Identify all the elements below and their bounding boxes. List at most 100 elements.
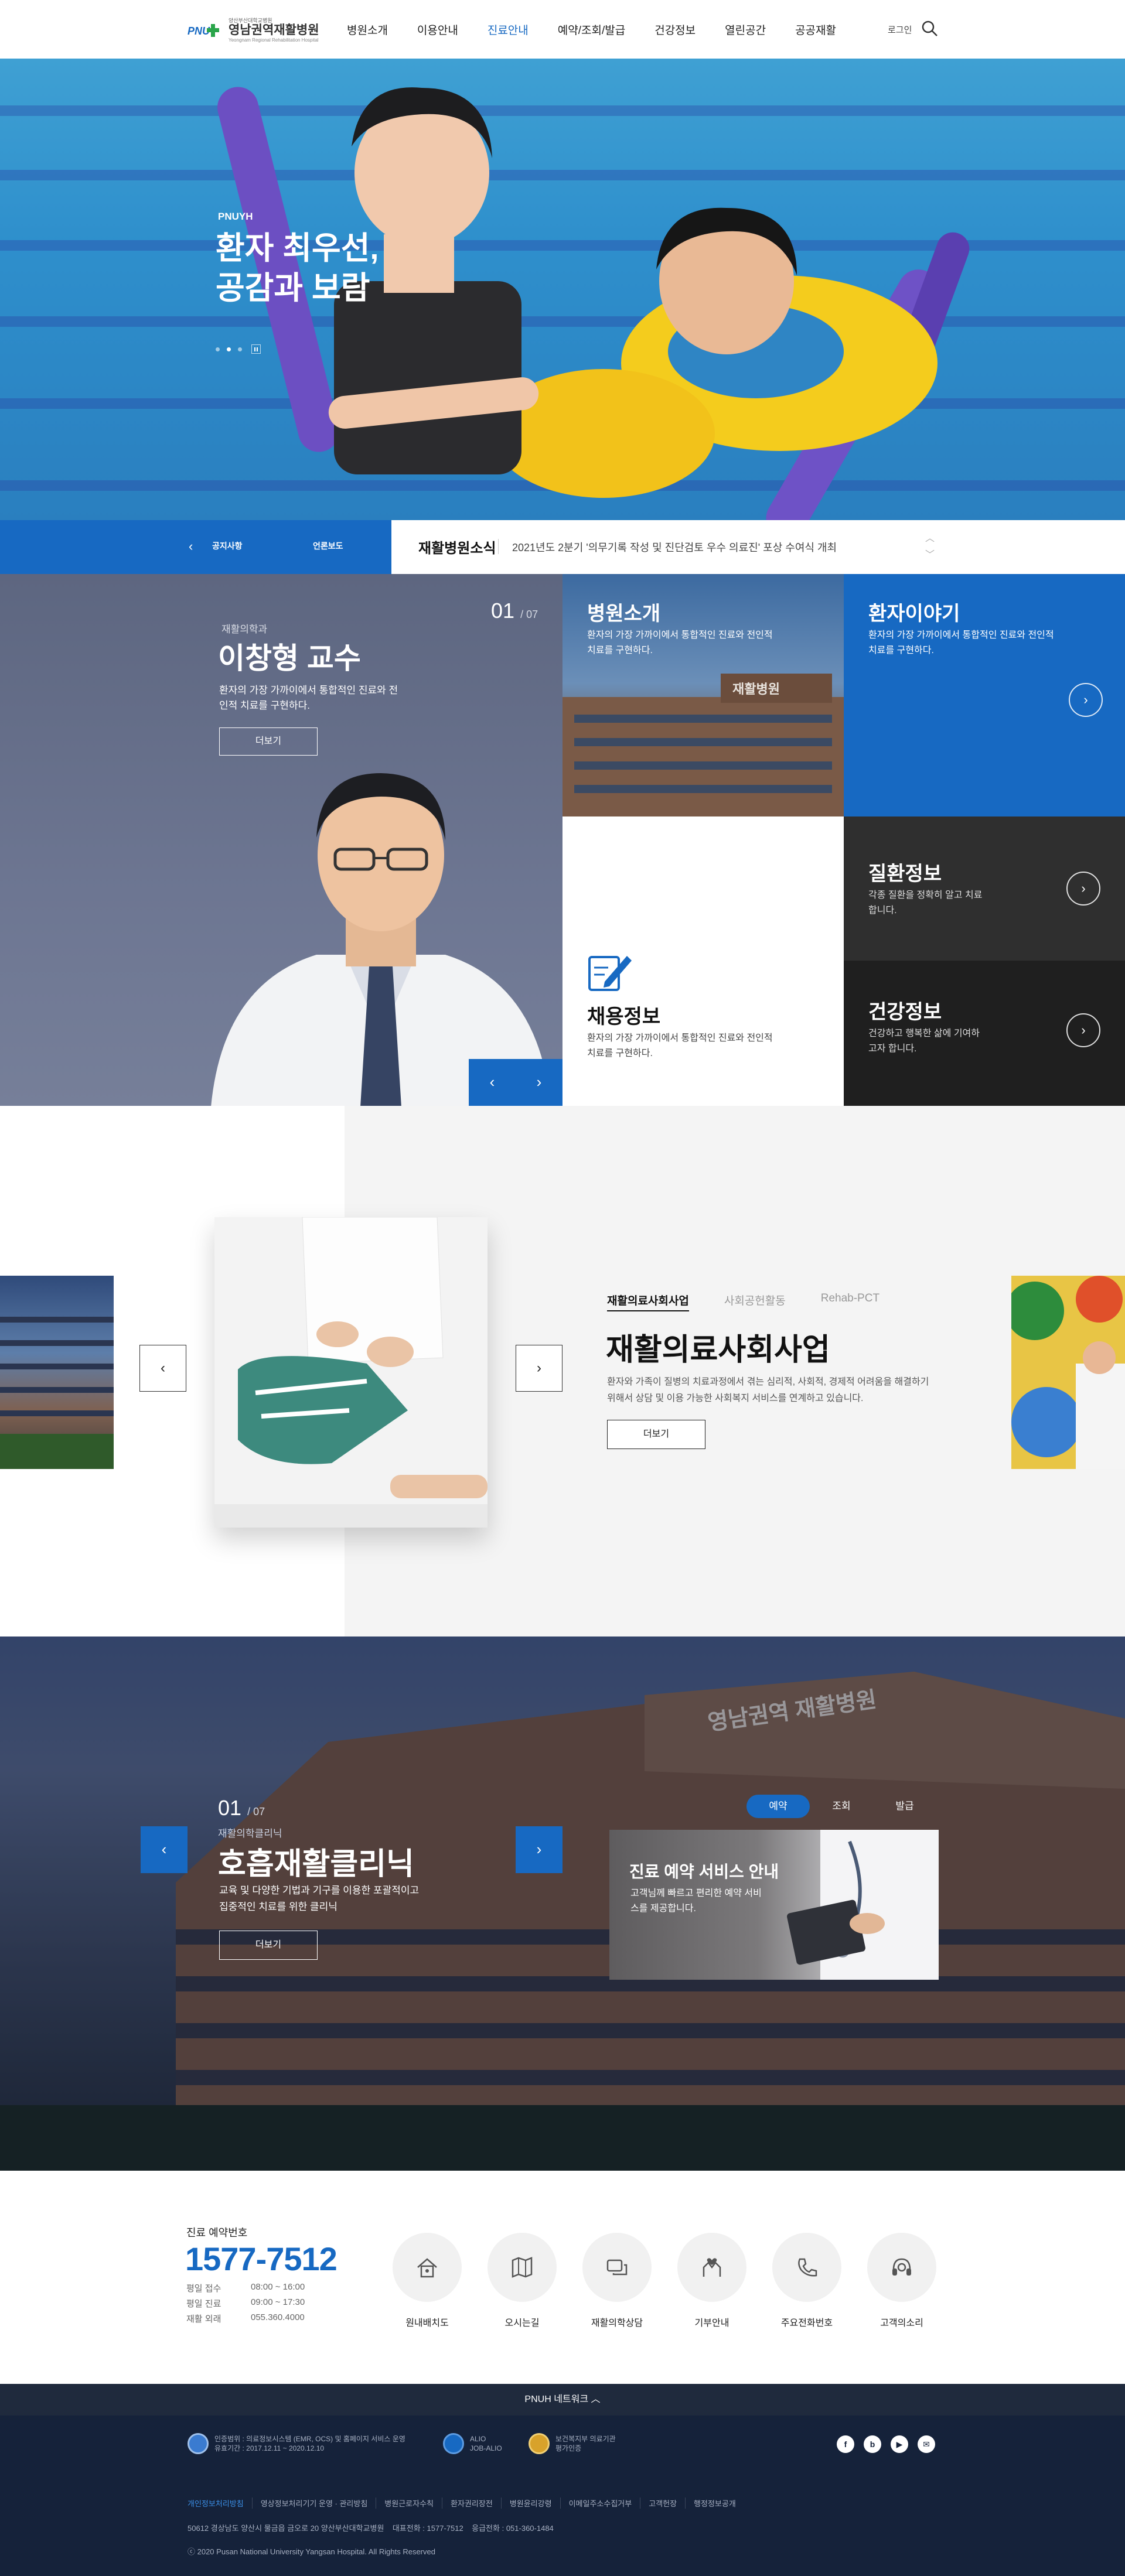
tile-desc: 환자의 가장 가까이에서 통합적인 진료와 전인적 치료를 구현하다. [868, 630, 1054, 655]
headset-icon [867, 2233, 936, 2302]
alio-badge[interactable]: ALIO JOB-ALIO [443, 2433, 502, 2454]
hero-dot[interactable] [216, 347, 220, 351]
search-icon[interactable] [921, 20, 939, 37]
tab-notice[interactable]: 공지사항 [212, 540, 243, 552]
tile-patient-story[interactable]: 환자이야기 환자의 가장 가까이에서 통합적인 진료와 전인적 치료를 구현하다… [844, 574, 1125, 816]
quick-link-label: 기부안내 [694, 2318, 729, 2328]
nav-item-public-rehab[interactable]: 공공재활 [795, 22, 836, 37]
quick-link-directions[interactable]: 오시는길 [488, 2233, 557, 2329]
footer-link-email-refuse[interactable]: 이메일주소수집거부 [560, 2498, 640, 2509]
slide-prev-button[interactable]: ‹ [139, 1345, 186, 1392]
side-slide-right[interactable] [1011, 1276, 1125, 1469]
hero-dot-active[interactable] [227, 347, 231, 351]
network-toggle[interactable]: PNUH 네트워크 ︿ [0, 2384, 1125, 2416]
doctor-tablet-photo [787, 1830, 939, 1980]
side-slide-left[interactable] [0, 1276, 114, 1469]
doctor-more-button[interactable]: 더보기 [219, 727, 318, 756]
phone-book-icon [772, 2233, 841, 2302]
footer-link-patient-rights[interactable]: 환자권리장전 [442, 2498, 501, 2509]
notice-label: 재활병원소식 [418, 541, 496, 556]
tile-desc: 건강하고 행복한 삶에 기여하고자 합니다. [868, 1029, 980, 1054]
nav-item-about[interactable]: 병원소개 [347, 22, 388, 37]
footer-copyright: ⓒ 2020 Pusan National University Yangsan… [188, 2547, 435, 2556]
chevron-up-icon[interactable]: ︿ [923, 531, 936, 547]
notice-headline[interactable]: 2021년도 2분기 '의무기록 작성 및 진단검토 우수 의료진' 포상 수여… [512, 539, 837, 555]
footer-address: 50612 경상남도 양산시 물금읍 금오로 20 양산부산대학교병원 대표전화… [188, 2524, 554, 2533]
hero-dot[interactable] [238, 347, 242, 351]
tab-social-work[interactable]: 재활의료사회사업 [607, 1292, 689, 1311]
business-more-button[interactable]: 더보기 [607, 1420, 705, 1449]
clinic-category: 재활의학클리닉 [218, 1828, 282, 1839]
tab-inquiry[interactable]: 조회 [810, 1795, 873, 1818]
quick-link-phone-numbers[interactable]: 주요전화번호 [772, 2233, 841, 2329]
notice-arrows: ︿ ﹀ [923, 531, 936, 563]
svg-text:재활병원: 재활병원 [732, 682, 780, 696]
reservation-phone-number[interactable]: 1577-7512 [185, 2240, 338, 2278]
site-footer: 인증범위 : 의료정보시스템 (EMR, OCS) 및 홈페이지 서비스 운영 유… [0, 2416, 1125, 2576]
tab-press[interactable]: 언론보도 [313, 540, 343, 552]
footer-link-privacy[interactable]: 개인정보처리방침 [188, 2498, 252, 2509]
nav-item-open-space[interactable]: 열린공간 [725, 22, 766, 37]
clinic-desc: 교육 및 다양한 기법과 기구를 이용한 포괄적이고 집중적인 치료를 위한 클… [219, 1885, 420, 1912]
youtube-icon[interactable]: ▶ [891, 2435, 908, 2453]
footer-link-ethics[interactable]: 병원윤리강령 [500, 2498, 560, 2509]
tab-social-contribution[interactable]: 사회공헌활동 [724, 1292, 786, 1311]
slide-next-button[interactable]: › [516, 1345, 562, 1392]
footer-link-cctv[interactable]: 영상정보처리기기 운영 · 관리방침 [251, 2498, 376, 2509]
chevron-left-icon[interactable]: ‹ [189, 539, 193, 554]
tile-title: 질환정보 [868, 863, 942, 885]
facebook-icon[interactable]: f [837, 2435, 854, 2453]
clinic-more-button[interactable]: 더보기 [219, 1931, 318, 1960]
arrow-right-icon[interactable]: › [1066, 1013, 1100, 1047]
footer-link-disclosure[interactable]: 행정정보공개 [685, 2498, 744, 2509]
logo-sub: Yeongnam Regional Rehabilitation Hospita… [229, 37, 319, 43]
nav-item-guide[interactable]: 이용안내 [417, 22, 458, 37]
tab-rehab-pct[interactable]: Rehab-PCT [821, 1292, 879, 1311]
notice-tabs: ‹ 공지사항 언론보도 [0, 520, 391, 574]
footer-link-charter[interactable]: 고객헌장 [640, 2498, 685, 2509]
business-tabs: 재활의료사회사업 사회공헌활동 Rehab-PCT [607, 1292, 879, 1311]
tile-title: 환자이야기 [868, 603, 960, 625]
logo-small-text: 양산부산대학교병원 [229, 18, 272, 23]
business-title: 재활의료사회사업 [606, 1333, 830, 1367]
tile-recruit[interactable]: 채용정보 환자의 가장 가까이에서 통합적인 진료와 전인적 치료를 구현하다. [562, 816, 844, 1106]
quick-link-label: 고객의소리 [880, 2318, 923, 2328]
doctor-prev-button[interactable]: ‹ [469, 1059, 516, 1106]
nav-item-reservation[interactable]: 예약/조회/발급 [558, 22, 625, 37]
accreditation-badge: 보건복지부 의료기관 평가인증 [529, 2433, 616, 2454]
chevron-up-icon: ︿ [591, 2394, 601, 2404]
hero-photo [217, 87, 970, 520]
pause-icon[interactable] [251, 344, 261, 354]
quick-link-floor-map[interactable]: 원내배치도 [393, 2233, 462, 2329]
newsletter-icon[interactable]: ✉ [918, 2435, 935, 2453]
quick-link-consult[interactable]: 재활의학상담 [582, 2233, 652, 2329]
login-link[interactable]: 로그인 [888, 23, 912, 36]
tile-health[interactable]: 건강정보 건강하고 행복한 삶에 기여하고자 합니다. › [844, 961, 1125, 1106]
doctor-counter: 01 / 07 [491, 599, 538, 623]
reservation-card[interactable]: 진료 예약 서비스 안내 고객님께 빠르고 편리한 예약 서비스를 제공합니다. [609, 1830, 939, 1980]
tab-issue[interactable]: 발급 [873, 1795, 936, 1818]
logo-mark-icon: PNU [188, 21, 223, 40]
arrow-right-icon[interactable]: › [1069, 683, 1103, 717]
footer-link-worker-rules[interactable]: 병원근로자수칙 [376, 2498, 442, 2509]
blog-icon[interactable]: b [864, 2435, 881, 2453]
certification-badge: 인증범위 : 의료정보시스템 (EMR, OCS) 및 홈페이지 서비스 운영 유… [188, 2433, 405, 2454]
business-desc: 환자와 가족이 질병의 치료과정에서 겪는 심리적, 사회적, 경제적 어려움을… [607, 1377, 929, 1403]
arrow-right-icon[interactable]: › [1066, 872, 1100, 906]
clinic-next-button[interactable]: › [516, 1826, 562, 1873]
site-logo[interactable]: PNU 양산부산대학교병원 영남권역재활병원 Yeongnam Regional… [188, 18, 319, 43]
tab-reserve[interactable]: 예약 [746, 1795, 810, 1818]
tile-desc: 환자의 가장 가까이에서 통합적인 진료와 전인적 치료를 구현하다. [587, 630, 773, 655]
clinic-prev-button[interactable]: ‹ [141, 1826, 188, 1873]
tile-title: 건강정보 [868, 1001, 942, 1023]
doctor-photo [211, 773, 551, 1107]
footer-links: 개인정보처리방침 영상정보처리기기 운영 · 관리방침 병원근로자수칙 환자권리… [188, 2498, 744, 2509]
nav-item-treatment[interactable]: 진료안내 [488, 22, 529, 37]
nav-item-health[interactable]: 건강정보 [654, 22, 696, 37]
tile-disease[interactable]: 질환정보 각종 질환을 정확히 알고 치료합니다. › [844, 816, 1125, 961]
chevron-down-icon[interactable]: ﹀ [923, 547, 936, 563]
quick-link-customer-voice[interactable]: 고객의소리 [867, 2233, 936, 2329]
quick-link-donation[interactable]: 기부안내 [677, 2233, 746, 2329]
tile-hospital[interactable]: 재활병원 병원소개 환자의 가장 가까이에서 통합적인 진료와 전인적 치료를 … [562, 574, 844, 816]
doctor-next-button[interactable]: › [516, 1059, 562, 1106]
